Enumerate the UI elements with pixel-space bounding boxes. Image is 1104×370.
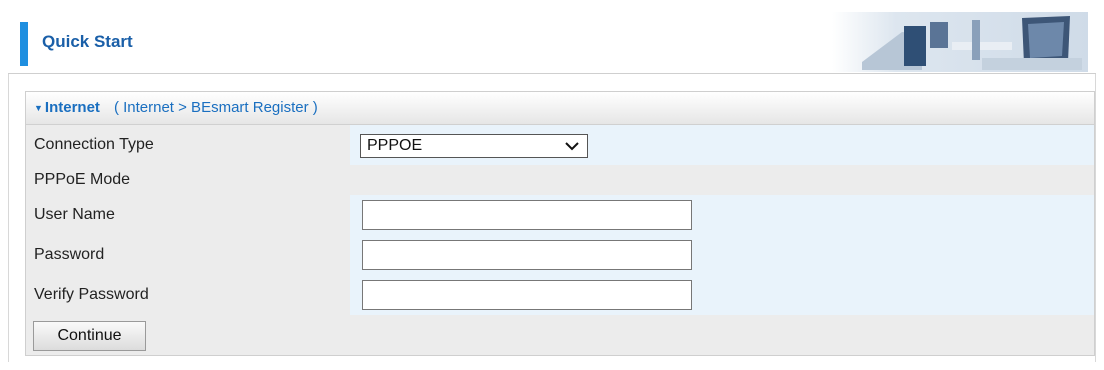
user-name-label: User Name <box>26 195 350 235</box>
chevron-down-icon <box>565 142 579 151</box>
verify-password-input[interactable] <box>362 280 692 310</box>
breadcrumb: ( Internet > BEsmart Register ) <box>113 99 318 116</box>
password-cell <box>350 235 1094 275</box>
user-name-cell <box>350 195 1094 235</box>
continue-button[interactable]: Continue <box>33 321 146 351</box>
password-input[interactable] <box>362 240 692 270</box>
panel-header[interactable]: ▼ Internet ( Internet > BEsmart Register ) <box>26 92 1094 125</box>
password-row: Password <box>26 235 1094 275</box>
connection-type-select[interactable]: PPPOE <box>360 134 588 158</box>
user-name-input[interactable] <box>362 200 692 230</box>
connection-type-label: Connection Type <box>26 125 350 165</box>
verify-password-label: Verify Password <box>26 275 350 315</box>
user-name-row: User Name <box>26 195 1094 235</box>
pppoe-mode-row: PPPoE Mode <box>26 165 1094 195</box>
connection-type-row: Connection Type PPPOE <box>26 125 1094 165</box>
connection-type-cell: PPPOE <box>350 125 1094 165</box>
collapse-arrow-icon[interactable]: ▼ <box>34 103 43 113</box>
page-title: Quick Start <box>42 32 133 51</box>
page-header: Quick Start <box>8 8 1096 74</box>
verify-password-row: Verify Password <box>26 275 1094 315</box>
header-accent-bar <box>20 22 28 66</box>
verify-password-cell <box>350 275 1094 315</box>
office-desk-illustration-icon <box>832 12 1088 72</box>
internet-panel: ▼ Internet ( Internet > BEsmart Register )… <box>25 91 1095 356</box>
button-row: Continue <box>26 315 1094 355</box>
panel-title: Internet <box>44 99 100 116</box>
password-label: Password <box>26 235 350 275</box>
connection-type-value: PPPOE <box>367 137 423 154</box>
pppoe-mode-label: PPPoE Mode <box>26 165 1094 195</box>
